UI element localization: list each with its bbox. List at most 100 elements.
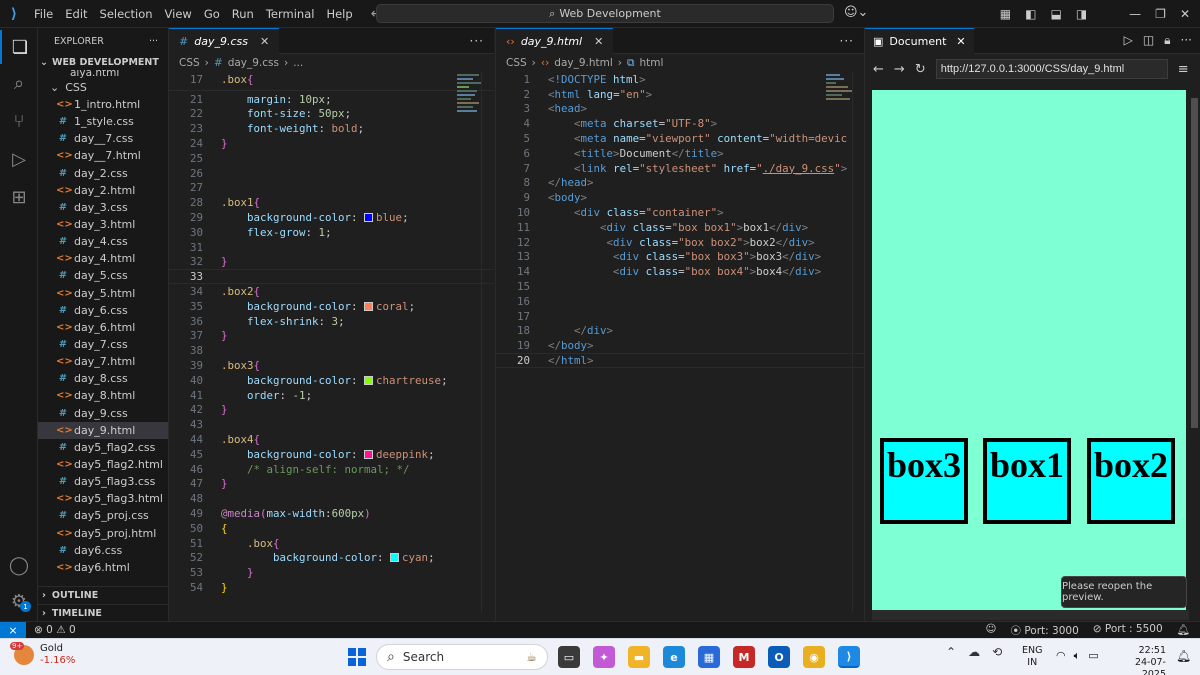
css-code-editor[interactable]: 17 .box{ 21 margin: 10px; 22 font-size: 5… <box>169 72 494 595</box>
outline-section[interactable]: › OUTLINE <box>38 586 168 603</box>
file-item[interactable]: #1_style.css <box>38 113 168 130</box>
explorer-icon[interactable]: ❏ <box>0 30 38 64</box>
edge-icon[interactable]: e <box>663 646 685 668</box>
css-folder[interactable]: ⌄ CSS <box>38 79 168 96</box>
file-item[interactable]: # day6.css <box>38 542 168 559</box>
toggle-secondary-sidebar-icon[interactable]: ◨ <box>1076 7 1087 21</box>
file-item[interactable]: # day5_flag2.css <box>38 439 168 456</box>
taskbar-search[interactable]: ⌕ Search ☕ <box>376 644 548 670</box>
breadcrumb-folder[interactable]: CSS <box>179 57 200 69</box>
file-item[interactable]: <> day5_flag2.html <box>38 456 168 473</box>
color-swatch[interactable] <box>364 375 374 385</box>
css-editor-scrollbar[interactable] <box>481 72 493 612</box>
html-code-editor[interactable]: 1 <!DOCTYPE html> 2 <html lang="en"> 3 <hea… <box>496 72 864 368</box>
copilot-status-icon[interactable]: ☺ <box>986 623 997 638</box>
task-view-icon[interactable]: ▭ <box>558 646 580 668</box>
clock[interactable]: 22:51 24-07-2025 <box>1116 645 1166 675</box>
start-button-icon[interactable] <box>348 648 366 666</box>
menu-selection[interactable]: Selection <box>94 7 159 21</box>
preview-scrollbar[interactable] <box>1189 90 1200 620</box>
run-icon[interactable]: ▷ <box>1124 33 1133 48</box>
stocks-widget[interactable]: 9+ Gold -1.16% <box>10 642 75 667</box>
manage-gear-icon[interactable]: ⚙ 1 <box>0 584 38 618</box>
file-item[interactable]: # day_2.css <box>38 165 168 182</box>
file-item[interactable]: <> day_2.html <box>38 182 168 199</box>
close-window-icon[interactable]: ✕ <box>1180 7 1190 21</box>
account-icon[interactable]: ◯ <box>0 548 38 582</box>
close-tab-icon[interactable]: ✕ <box>594 35 603 48</box>
cloud-icon[interactable]: ☁ <box>968 645 980 659</box>
tab-day9-html[interactable]: ‹› day_9.html ✕ <box>496 27 614 54</box>
network-activity-icon[interactable]: ⟲ <box>992 645 1002 659</box>
quick-settings[interactable]: ◠ 🔈︎ ▭ <box>1056 649 1099 663</box>
store-icon[interactable]: ▦ <box>698 646 720 668</box>
file-item[interactable]: # day_8.css <box>38 370 168 387</box>
tab-document-preview[interactable]: ▣ Document ✕ <box>865 27 974 54</box>
color-swatch[interactable] <box>390 553 400 563</box>
reload-icon[interactable]: ↻ <box>915 62 926 77</box>
file-item[interactable]: # day5_flag3.css <box>38 473 168 490</box>
file-item[interactable]: <> day_5.html <box>38 285 168 302</box>
html-editor-scrollbar[interactable] <box>852 72 864 612</box>
vscode-taskbar-icon[interactable]: ⟩ <box>838 646 860 668</box>
file-item[interactable]: <> day6.html <box>38 559 168 576</box>
editor-more-actions-icon[interactable]: ··· <box>470 34 484 48</box>
menu-go[interactable]: Go <box>198 7 226 21</box>
outlook-icon[interactable]: O <box>768 646 790 668</box>
chevron-up-icon[interactable]: ⌃ <box>946 645 956 659</box>
chrome-icon[interactable]: ◉ <box>803 646 825 668</box>
url-input[interactable]: http://127.0.0.1:3000/CSS/day_9.html <box>935 59 1168 79</box>
file-item[interactable]: # day_3.css <box>38 199 168 216</box>
file-item[interactable]: # day_9.css <box>38 405 168 422</box>
file-item[interactable]: # day5_proj.css <box>38 507 168 524</box>
file-item[interactable]: <> day_8.html <box>38 387 168 404</box>
menu-icon[interactable]: ≡ <box>1178 62 1189 77</box>
notification-bell-icon[interactable]: 🔔︎ <box>1176 649 1191 663</box>
breadcrumb-file[interactable]: day_9.html <box>554 57 613 69</box>
file-item[interactable]: <> day_6.html <box>38 319 168 336</box>
timeline-section[interactable]: › TIMELINE <box>38 604 168 621</box>
file-item[interactable]: <> day_3.html <box>38 216 168 233</box>
file-item[interactable]: # day_7.css <box>38 336 168 353</box>
preview-horizontal-scrollbar[interactable] <box>872 610 1189 620</box>
language-indicator[interactable]: ENG IN <box>1022 645 1042 669</box>
menu-terminal[interactable]: Terminal <box>260 7 321 21</box>
source-control-icon[interactable]: ⑂ <box>0 104 38 138</box>
color-swatch[interactable] <box>364 301 374 311</box>
live-preview-port[interactable]: ⊘ Port : 5500 <box>1093 623 1163 638</box>
more-actions-icon[interactable]: ··· <box>149 36 158 47</box>
menu-run[interactable]: Run <box>226 7 260 21</box>
mcafee-icon[interactable]: M <box>733 646 755 668</box>
file-item[interactable]: # day__7.css <box>38 130 168 147</box>
menu-file[interactable]: File <box>28 7 59 21</box>
file-explorer-icon[interactable]: ▬ <box>628 646 650 668</box>
color-swatch[interactable] <box>364 449 374 459</box>
file-item[interactable]: <> day_4.html <box>38 250 168 267</box>
extensions-icon[interactable]: ⊞ <box>0 180 38 214</box>
file-item[interactable]: <> day5_proj.html <box>38 525 168 542</box>
file-item[interactable]: # day_4.css <box>38 233 168 250</box>
problems-indicator[interactable]: ⊗ 0 ⚠ 0 <box>34 624 76 636</box>
toggle-sidebar-icon[interactable]: ◧ <box>1025 7 1036 21</box>
file-item[interactable]: <> 1_intro.html <box>38 96 168 113</box>
command-center[interactable]: ⌕ Web Development <box>376 4 834 23</box>
breadcrumb-folder[interactable]: CSS <box>506 57 527 69</box>
close-tab-icon[interactable]: ✕ <box>956 35 965 48</box>
file-item[interactable]: # day_6.css <box>38 302 168 319</box>
menu-edit[interactable]: Edit <box>59 7 93 21</box>
forward-arrow-icon[interactable]: → <box>894 62 905 77</box>
workspace-folder[interactable]: ⌄ WEB DEVELOPMENT <box>38 54 168 70</box>
file-item[interactable]: <> day__7.html <box>38 147 168 164</box>
minimize-icon[interactable]: — <box>1129 7 1141 21</box>
menu-help[interactable]: Help <box>320 7 358 21</box>
copilot-icon[interactable]: ☺⌄ <box>844 5 868 20</box>
search-view-icon[interactable]: ⌕ <box>0 66 38 100</box>
run-debug-icon[interactable]: ▷ <box>0 142 38 176</box>
lock-icon[interactable]: 🔒︎ <box>1164 33 1170 48</box>
scrollbar-thumb[interactable] <box>1191 98 1198 428</box>
file-item[interactable]: # day_5.css <box>38 267 168 284</box>
close-tab-icon[interactable]: ✕ <box>260 35 269 48</box>
file-item[interactable]: <> day_9.html <box>38 421 168 439</box>
customize-layout-icon[interactable]: ▦ <box>1000 7 1011 21</box>
breadcrumb-symbol[interactable]: ... <box>293 57 303 69</box>
